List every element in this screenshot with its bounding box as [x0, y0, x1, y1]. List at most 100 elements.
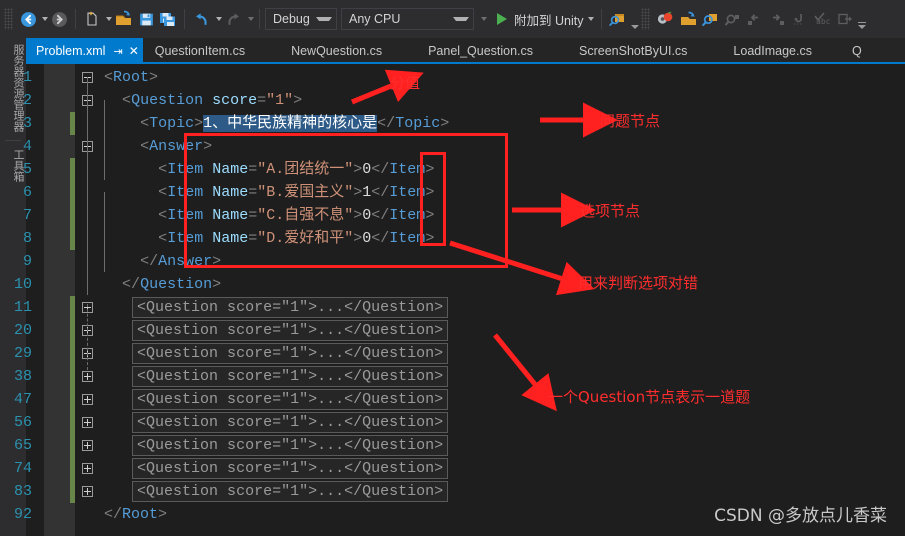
code-line[interactable]: </Root> — [104, 503, 167, 526]
open-folder2-icon[interactable] — [677, 6, 700, 32]
code-line[interactable]: <Answer> — [140, 135, 212, 158]
collapsed-region[interactable]: <Question score="1">...</Question> — [132, 366, 449, 387]
expand-toggle-icon[interactable] — [82, 440, 93, 451]
collapsed-region[interactable]: <Question score="1">...</Question> — [132, 343, 449, 364]
spellcheck-icon[interactable]: abc — [810, 6, 834, 32]
code-line[interactable]: </Question> — [122, 273, 221, 296]
resharper-options-icon[interactable] — [654, 6, 677, 32]
start-debug-button[interactable]: 附加到 Unity — [495, 6, 596, 32]
outline-guide — [87, 304, 88, 370]
code-token: > — [353, 207, 363, 224]
line-number: 38 — [13, 368, 32, 385]
code-token: Answer — [158, 253, 213, 270]
code-token: > — [353, 184, 363, 201]
code-token: Topic — [395, 115, 441, 132]
code-token: < — [158, 161, 168, 178]
code-token: > — [158, 506, 168, 523]
navigate-previous-icon[interactable] — [744, 6, 766, 32]
quick-find-icon[interactable] — [722, 6, 744, 32]
tab-questionitem-cs[interactable]: QuestionItem.cs — [143, 38, 255, 64]
toolbar-overflow-icon-2[interactable] — [856, 9, 868, 29]
new-item-icon[interactable] — [81, 6, 103, 32]
line-number: 4 — [22, 138, 32, 155]
expand-toggle-icon[interactable] — [82, 463, 93, 474]
tab-loadimage-cs[interactable]: LoadImage.cs — [697, 38, 822, 64]
play-icon — [497, 13, 507, 25]
collapsed-region[interactable]: <Question score="1">...</Question> — [132, 458, 449, 479]
navigate-forward-icon[interactable] — [48, 6, 70, 32]
code-token: </ — [122, 276, 141, 293]
tab-screenshotbyui-cs[interactable]: ScreenShotByUI.cs — [543, 38, 697, 64]
find-in-files-icon[interactable] — [607, 6, 629, 32]
line-number: 9 — [22, 253, 32, 270]
go-to-declaration-icon[interactable] — [788, 6, 810, 32]
redo-dropdown-icon[interactable] — [248, 17, 254, 21]
toolbar-grip[interactable] — [4, 8, 13, 30]
code-token: Name — [212, 207, 249, 224]
code-line[interactable]: <Topic>1、中华民族精神的核心是</Topic> — [140, 112, 449, 135]
start-debug-label: 附加到 Unity — [514, 13, 584, 28]
configuration-combo[interactable]: Debug — [265, 8, 337, 30]
pin-icon[interactable]: ⇥ — [113, 45, 122, 58]
code-token: Name — [212, 230, 249, 247]
line-number: 11 — [13, 299, 32, 316]
tab-problem-xml[interactable]: Problem.xml ⇥ ✕ — [26, 38, 143, 64]
code-token: score — [212, 92, 258, 109]
toolbar-grip[interactable] — [641, 8, 651, 30]
tab-newquestion-cs[interactable]: NewQuestion.cs — [255, 38, 392, 64]
code-token: > — [353, 161, 363, 178]
code-line[interactable]: <Item Name="C.自强不息">0</Item> — [158, 204, 434, 227]
code-line[interactable]: <Item Name="A.团结统一">0</Item> — [158, 158, 434, 181]
outline-guide — [87, 77, 88, 295]
save-all-icon[interactable] — [157, 6, 179, 32]
redo-icon[interactable] — [222, 6, 245, 32]
toolbar-overflow-icon[interactable] — [629, 9, 641, 29]
collapsed-region[interactable]: <Question score="1">...</Question> — [132, 481, 449, 502]
collapsed-region[interactable]: <Question score="1">...</Question> — [132, 320, 449, 341]
code-token: > — [425, 207, 435, 224]
code-line[interactable]: <Item Name="B.爱国主义">1</Item> — [158, 181, 434, 204]
collapsed-region[interactable]: <Question score="1">...</Question> — [132, 412, 449, 433]
navigate-backward-icon[interactable] — [17, 6, 39, 32]
collapsed-region[interactable]: <Question score="1">...</Question> — [132, 435, 449, 456]
line-number: 29 — [13, 345, 32, 362]
navigate-next-icon[interactable] — [766, 6, 788, 32]
code-token: 1 — [362, 184, 372, 201]
code-token: 0 — [362, 230, 372, 247]
expand-toggle-icon[interactable] — [82, 394, 93, 405]
undo-icon[interactable] — [190, 6, 213, 32]
code-token: Item — [167, 230, 213, 247]
expand-toggle-icon[interactable] — [82, 371, 93, 382]
code-editor[interactable]: 1 <Root> 2 <Question score="1"> 3 <Topic>1、中华… — [14, 64, 905, 536]
extract-icon[interactable] — [834, 6, 856, 32]
code-token: Answer — [149, 138, 204, 155]
open-file-icon[interactable] — [112, 6, 135, 32]
line-number: 10 — [13, 276, 32, 293]
search-everywhere-icon[interactable] — [700, 6, 722, 32]
close-icon[interactable]: ✕ — [129, 44, 139, 58]
save-icon[interactable] — [135, 6, 157, 32]
tab-label: ScreenShotByUI.cs — [579, 44, 688, 58]
changed-line-marker — [70, 365, 75, 388]
tab-clipped[interactable]: Q — [822, 38, 862, 64]
platform-combo[interactable]: Any CPU — [341, 8, 474, 30]
svg-text:abc: abc — [816, 17, 831, 26]
code-token: </ — [371, 230, 390, 247]
code-token: Item — [389, 207, 426, 224]
collapsed-region[interactable]: <Question score="1">...</Question> — [132, 297, 449, 318]
line-number: 5 — [22, 161, 32, 178]
code-line[interactable]: <Root> — [104, 66, 158, 89]
expand-toggle-icon[interactable] — [82, 417, 93, 428]
code-line[interactable]: <Item Name="D.爱好和平">0</Item> — [158, 227, 434, 250]
changed-line-marker — [70, 296, 75, 319]
code-line[interactable]: <Question score="1"> — [122, 89, 302, 112]
code-token: < — [158, 207, 168, 224]
code-line[interactable]: </Answer> — [140, 250, 221, 273]
tab-panel-question-cs[interactable]: Panel_Question.cs — [392, 38, 543, 64]
expand-toggle-icon[interactable] — [82, 486, 93, 497]
platform-extra-dropdown-icon[interactable] — [481, 17, 487, 21]
code-token: </ — [104, 506, 123, 523]
code-token: Root — [113, 69, 150, 86]
code-token: Question — [131, 92, 213, 109]
collapsed-region[interactable]: <Question score="1">...</Question> — [132, 389, 449, 410]
